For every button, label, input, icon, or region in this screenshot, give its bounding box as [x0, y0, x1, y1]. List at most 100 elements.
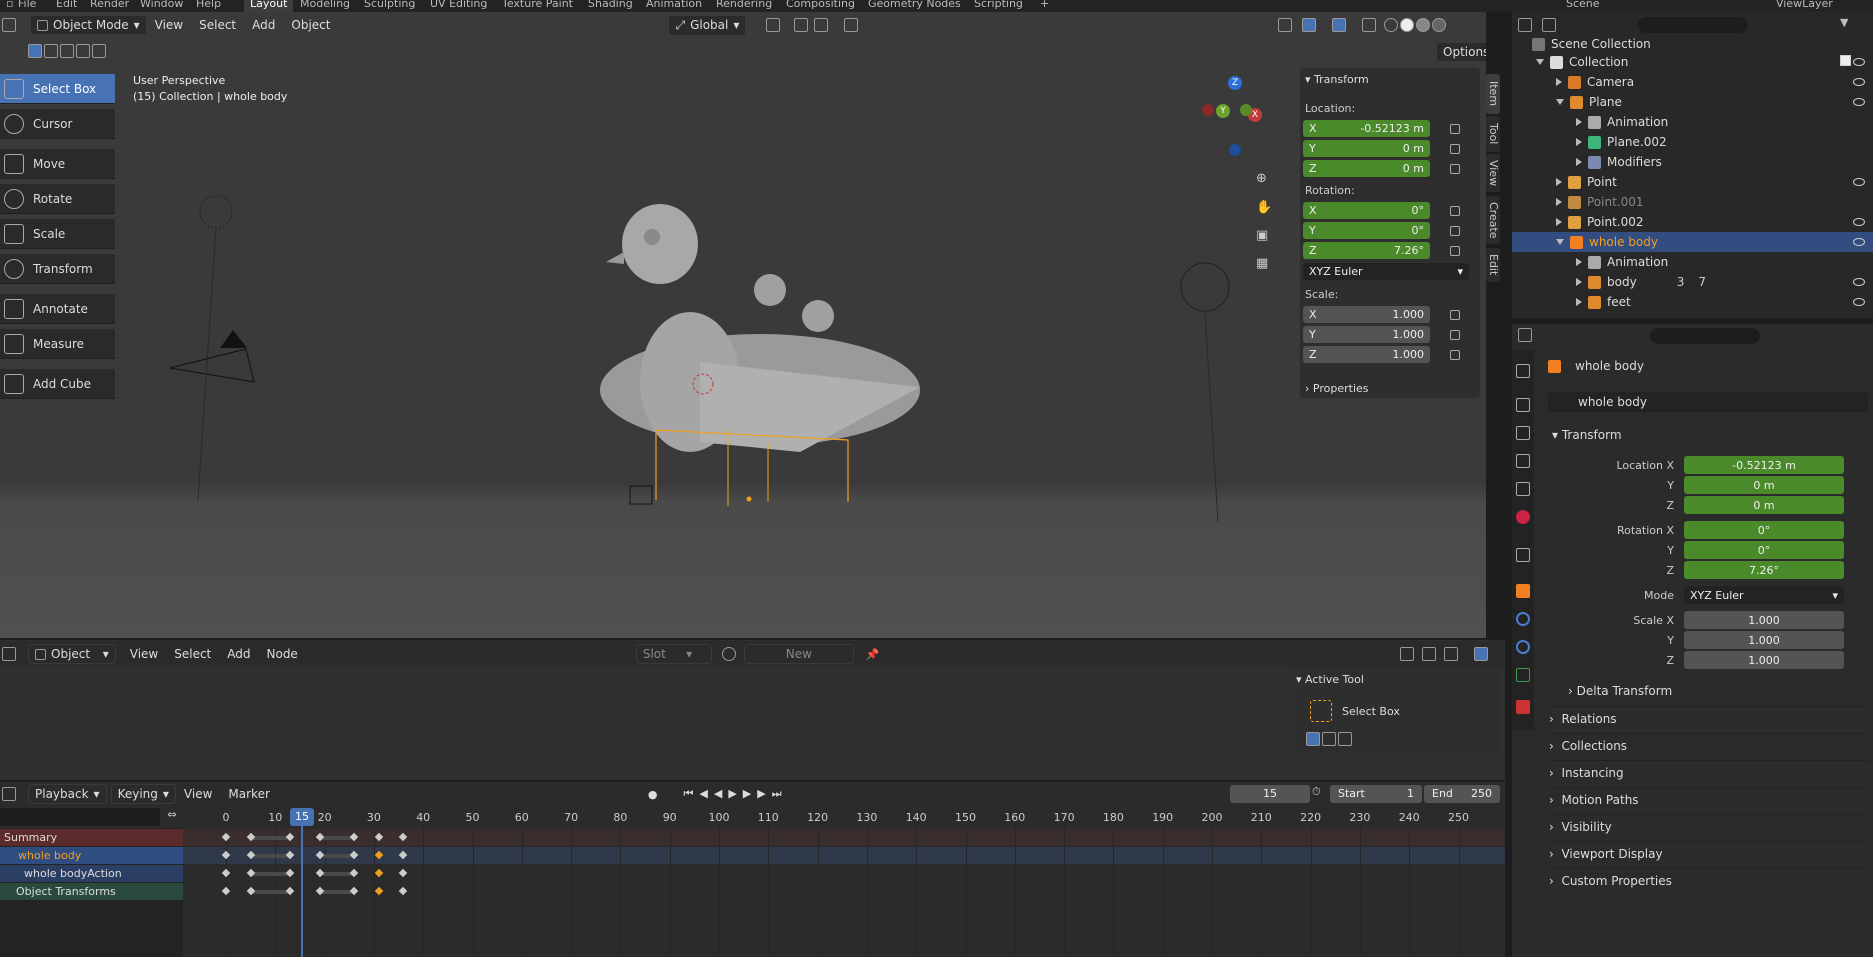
loc-x-field[interactable]: X -0.52123 m	[1303, 120, 1430, 137]
playhead-line[interactable]	[301, 826, 303, 957]
timeline-menu-view[interactable]: View	[184, 787, 212, 801]
custom-properties-section[interactable]: › Custom Properties	[1549, 868, 1869, 892]
zoom-icon[interactable]: ⊕	[1256, 171, 1274, 189]
instancing-section[interactable]: › Instancing	[1549, 760, 1869, 784]
channel-summary[interactable]: Summary	[0, 829, 183, 846]
keying-dropdown[interactable]: Keying ▾	[110, 784, 176, 804]
rot-x-field[interactable]: X 0°	[1303, 202, 1430, 219]
tab-compositing[interactable]: Compositing	[780, 0, 861, 12]
snap-icon[interactable]	[1421, 647, 1436, 661]
lock-icon[interactable]	[1450, 226, 1460, 236]
current-frame-field[interactable]: 15	[1230, 785, 1310, 803]
world-properties-icon[interactable]	[1516, 510, 1530, 524]
outliner-row-collection[interactable]: Collection	[1512, 52, 1873, 72]
gizmo-neg-x-icon[interactable]	[1202, 104, 1214, 116]
rot-y-field[interactable]: Y 0°	[1303, 222, 1430, 239]
lock-icon[interactable]	[1450, 350, 1460, 360]
tab-view[interactable]: View	[1486, 154, 1500, 192]
editor-type-icon[interactable]	[2, 647, 16, 661]
collection-exclude-checkbox[interactable]	[1840, 55, 1851, 66]
expand-toggle-icon[interactable]	[1576, 138, 1582, 146]
shader-menu-add[interactable]: Add	[227, 647, 250, 661]
gizmo-y-icon[interactable]: Y	[1216, 104, 1230, 118]
outliner-row-body[interactable]: body 3 7	[1512, 272, 1873, 292]
outliner-editor-icon[interactable]	[1518, 18, 1532, 32]
expand-toggle-icon[interactable]	[1536, 59, 1544, 65]
object-name-field[interactable]: whole body	[1548, 392, 1868, 412]
prop-rot-x-field[interactable]: 0°	[1684, 521, 1844, 539]
outliner-row-animation[interactable]: Animation	[1512, 112, 1873, 132]
shader-menu-select[interactable]: Select	[174, 647, 211, 661]
collection-properties-icon[interactable]	[1516, 548, 1530, 562]
pin-icon[interactable]: 📌	[866, 648, 880, 661]
expand-toggle-icon[interactable]	[1576, 258, 1582, 266]
loc-z-field[interactable]: Z 0 m	[1303, 160, 1430, 177]
outliner-row-modifiers[interactable]: Modifiers	[1512, 152, 1873, 172]
select-extend-icon[interactable]	[1322, 732, 1336, 746]
outliner-row-whole-body[interactable]: whole body	[1512, 232, 1873, 252]
outliner-row-point-002[interactable]: Point.002	[1512, 212, 1873, 232]
channel-whole-body[interactable]: whole body	[0, 847, 183, 864]
tool-properties-icon[interactable]	[1516, 364, 1530, 378]
expand-toggle-icon[interactable]	[1576, 298, 1582, 306]
preview-range-icon[interactable]: ⏱	[1312, 785, 1321, 799]
scale-x-field[interactable]: X 1.000	[1303, 306, 1430, 323]
outliner-row-plane-002[interactable]: Plane.002	[1512, 132, 1873, 152]
prop-loc-z-field[interactable]: 0 m	[1684, 496, 1844, 514]
prop-rot-y-field[interactable]: 0°	[1684, 541, 1844, 559]
channel-object-transforms[interactable]: Object Transforms	[0, 883, 183, 900]
tab-animation[interactable]: Animation	[640, 0, 708, 12]
tab-edit[interactable]: Edit	[1486, 248, 1500, 282]
swap-icon[interactable]: ⇔	[162, 808, 182, 826]
lock-icon[interactable]	[1450, 124, 1460, 134]
visibility-eye-icon[interactable]	[1853, 298, 1865, 306]
gizmo-neg-z-icon[interactable]	[1229, 144, 1241, 156]
expand-toggle-icon[interactable]	[1576, 278, 1582, 286]
tab-modeling[interactable]: Modeling	[294, 0, 356, 12]
view-layer-properties-icon[interactable]	[1516, 454, 1530, 468]
outliner-row-point-001[interactable]: Point.001	[1512, 192, 1873, 212]
expand-toggle-icon[interactable]	[1556, 78, 1562, 86]
tab-sculpting[interactable]: Sculpting	[358, 0, 421, 12]
parent-node-icon[interactable]	[1399, 647, 1414, 661]
scene-name[interactable]: Scene	[1560, 0, 1606, 12]
tab-geometry-nodes[interactable]: Geometry Nodes	[862, 0, 967, 12]
slot-dropdown[interactable]: Slot ▾	[635, 644, 712, 664]
snap-target-icon[interactable]	[1443, 647, 1458, 661]
tab-create[interactable]: Create	[1486, 196, 1500, 244]
outliner-scene-collection[interactable]: Scene Collection	[1512, 34, 1873, 54]
relations-section[interactable]: › Relations	[1549, 706, 1869, 730]
scale-y-field[interactable]: Y 1.000	[1303, 326, 1430, 343]
playback-controls[interactable]: ⏮◀◀▶▶▶⏭	[684, 787, 788, 801]
camera-view-icon[interactable]: ▣	[1256, 228, 1274, 246]
material-properties-icon[interactable]	[1516, 700, 1530, 714]
tab-shading[interactable]: Shading	[582, 0, 639, 12]
view-layer-name[interactable]: ViewLayer	[1770, 0, 1839, 12]
editor-type-icon[interactable]	[2, 787, 16, 801]
pan-hand-icon[interactable]: ✋	[1256, 200, 1274, 218]
menu-help[interactable]: Help	[190, 0, 227, 12]
prop-mode-dropdown[interactable]: XYZ Euler ▾	[1684, 586, 1844, 604]
constraints-properties-icon[interactable]	[1516, 640, 1530, 654]
visibility-eye-icon[interactable]	[1853, 58, 1865, 66]
visibility-eye-icon[interactable]	[1853, 218, 1865, 226]
lock-icon[interactable]	[1450, 330, 1460, 340]
tab-uv-editing[interactable]: UV Editing	[424, 0, 493, 12]
visibility-eye-icon[interactable]	[1853, 278, 1865, 286]
tab-item[interactable]: Item	[1486, 74, 1500, 114]
prop-loc-y-field[interactable]: 0 m	[1684, 476, 1844, 494]
lock-icon[interactable]	[1450, 246, 1460, 256]
prop-loc-x-field[interactable]: -0.52123 m	[1684, 456, 1844, 474]
material-browse-icon[interactable]	[721, 647, 736, 661]
viewport-display-section[interactable]: › Viewport Display	[1549, 841, 1869, 865]
tab-layout[interactable]: Layout	[244, 0, 294, 12]
3d-viewport[interactable]: Object Mode ▾ View Select Add Object ⤢ Glo…	[0, 12, 1486, 638]
scale-z-field[interactable]: Z 1.000	[1303, 346, 1430, 363]
output-properties-icon[interactable]	[1516, 426, 1530, 440]
expand-toggle-icon[interactable]	[1556, 178, 1562, 186]
playhead-label[interactable]: 15	[290, 808, 314, 826]
rotation-mode-dropdown[interactable]: XYZ Euler ▾	[1303, 263, 1469, 280]
physics-properties-icon[interactable]	[1516, 612, 1530, 626]
filter-icon[interactable]: ▼	[1840, 16, 1848, 29]
scene-properties-icon[interactable]	[1516, 482, 1530, 496]
